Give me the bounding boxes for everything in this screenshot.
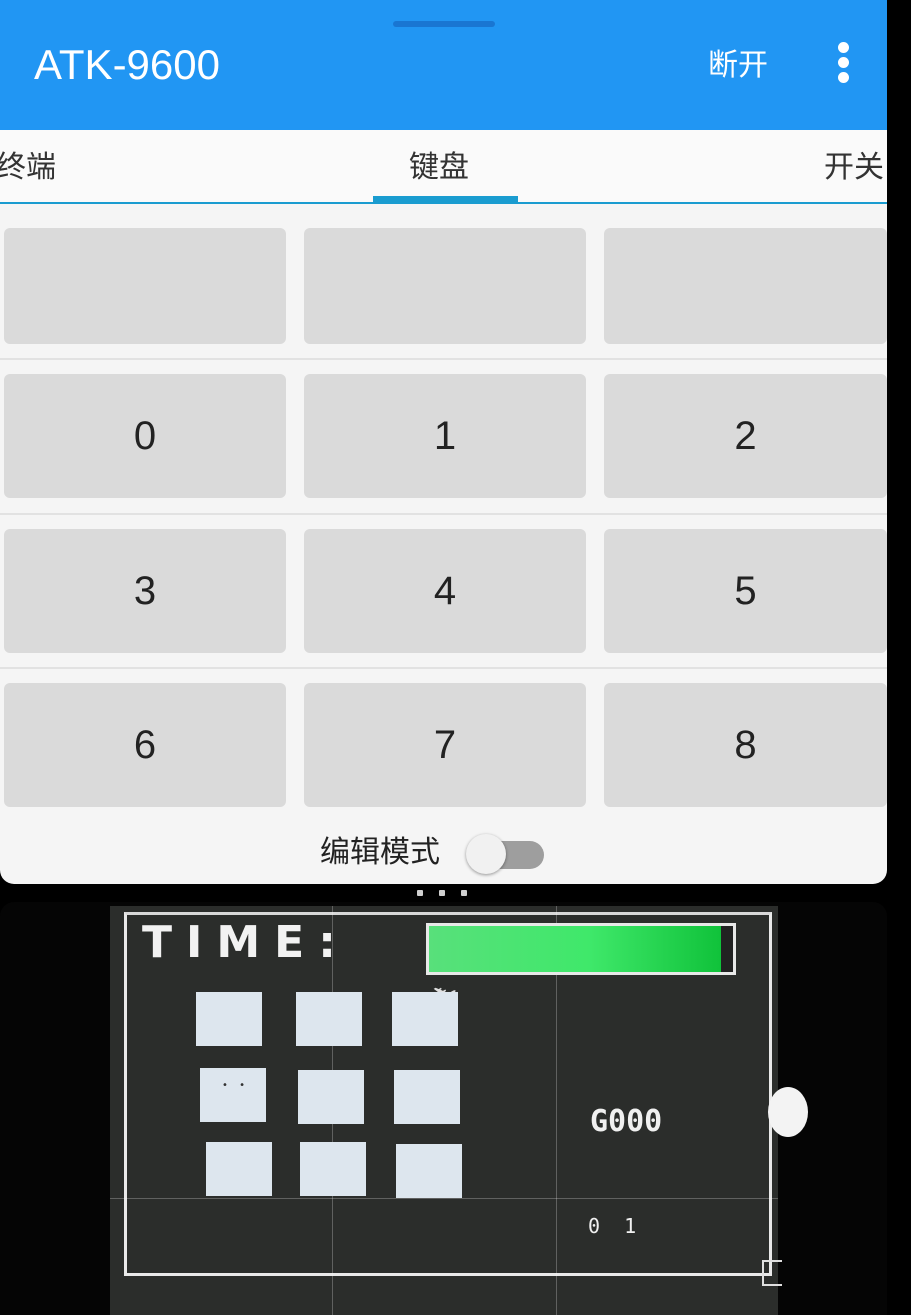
edit-mode-toggle[interactable] (466, 834, 546, 874)
lcd-tile (298, 1070, 364, 1124)
window-grab-handle[interactable] (393, 21, 495, 27)
lcd-time-label: TIME: (142, 917, 350, 968)
lcd-tile: • • (200, 1068, 266, 1122)
app-title: ATK-9600 (34, 41, 220, 88)
tab-terminal[interactable]: 终端 (0, 148, 56, 188)
lcd-tile (300, 1142, 366, 1196)
lcd-score: G000 (590, 1104, 663, 1139)
edit-mode-label: 编辑模式 (320, 835, 440, 870)
lcd-timer-fill (429, 926, 721, 972)
disconnect-button[interactable]: 断开 (708, 44, 768, 88)
tile-eyes-icon: • • (222, 1080, 249, 1091)
guide-line (110, 1198, 778, 1199)
key-1-button[interactable]: 1 (304, 374, 586, 498)
side-knob (768, 1087, 808, 1137)
lcd-screen-photo: TIME: ✈ • • G000 0 1 (110, 906, 778, 1315)
row-divider (0, 358, 887, 360)
key-5-button[interactable]: 5 (604, 529, 887, 653)
split-screen-handle[interactable] (417, 890, 477, 898)
key-4-button[interactable]: 4 (304, 529, 586, 653)
lcd-timer-bar (426, 923, 736, 975)
lcd-tile (394, 1070, 460, 1124)
lcd-tile (392, 992, 458, 1046)
tab-keyboard[interactable]: 键盘 (409, 148, 469, 188)
key-3-button[interactable]: 3 (4, 529, 286, 653)
key-button[interactable] (304, 228, 586, 344)
key-8-button[interactable]: 8 (604, 683, 887, 807)
key-0-button[interactable]: 0 (4, 374, 286, 498)
tab-selected-indicator (373, 196, 518, 202)
bluetooth-app-window: ATK-9600 断开 终端 键盘 开关 0 1 2 3 4 5 6 7 8 编… (0, 0, 887, 884)
toggle-thumb (466, 834, 506, 874)
lcd-coords: 0 1 (588, 1214, 643, 1238)
key-button[interactable] (4, 228, 286, 344)
key-2-button[interactable]: 2 (604, 374, 887, 498)
key-6-button[interactable]: 6 (4, 683, 286, 807)
camera-feed: TIME: ✈ • • G000 0 1 (0, 902, 887, 1315)
corner-box (762, 1260, 782, 1286)
app-bar: ATK-9600 断开 (0, 0, 887, 130)
tab-switch[interactable]: 开关 (824, 148, 884, 188)
lcd-tile (206, 1142, 272, 1196)
lcd-tile (296, 992, 362, 1046)
row-divider (0, 667, 887, 669)
tab-bar: 终端 键盘 开关 (0, 130, 887, 204)
key-7-button[interactable]: 7 (304, 683, 586, 807)
lcd-tile (396, 1144, 462, 1198)
more-vert-icon[interactable] (833, 42, 855, 84)
lcd-tile (196, 992, 262, 1046)
key-button[interactable] (604, 228, 887, 344)
row-divider (0, 513, 887, 515)
